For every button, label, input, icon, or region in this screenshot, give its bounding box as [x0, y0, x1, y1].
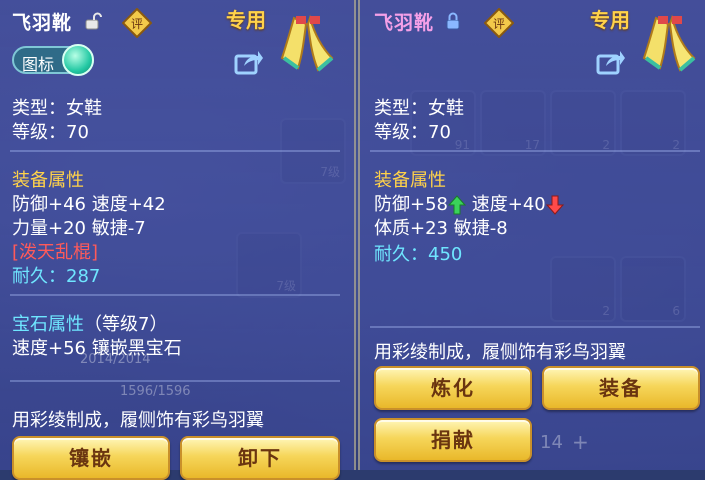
- item-detail-panel-compare: 飞羽靴 评 专用 类型：女鞋 等级：70 装备属性 防御+58 速度+40 体质…: [358, 0, 705, 470]
- lock-icon[interactable]: [444, 12, 462, 30]
- hp-bar-text: 2014/2014: [80, 352, 151, 367]
- durability-value: 287: [66, 266, 101, 287]
- attr-line: 防御+46 速度+42: [12, 194, 166, 215]
- gem-level: （等级7）: [84, 314, 168, 335]
- item-level: 等级：70: [374, 122, 451, 143]
- arrow-down-icon: [545, 195, 564, 215]
- item-title: 飞羽靴: [374, 12, 435, 34]
- attr-header: 装备属性: [12, 170, 84, 191]
- divider: [10, 380, 340, 382]
- divider: [10, 150, 340, 152]
- durability: 耐久：287: [12, 262, 100, 288]
- attr-defense: 防御+58: [374, 194, 448, 215]
- evaluate-icon[interactable]: 评: [484, 8, 514, 38]
- donate-button[interactable]: 捐献: [374, 418, 532, 462]
- exclusive-tag: 专用: [226, 8, 266, 32]
- evaluate-icon[interactable]: 评: [122, 8, 152, 38]
- item-type: 类型：女鞋: [12, 98, 102, 119]
- svg-text:评: 评: [131, 17, 143, 31]
- item-description: 用彩绫制成，履侧饰有彩鸟羽翼: [12, 410, 264, 431]
- item-detail-panel-equipped: 飞羽靴 评 专用 图标 类型：女鞋 等级：70 装备属性 防御+46 速度+42…: [0, 0, 356, 480]
- unlock-icon[interactable]: [84, 12, 102, 30]
- quantity-stepper-value: 14: [540, 432, 563, 453]
- item-description: 用彩绫制成，履侧饰有彩鸟羽翼: [374, 342, 626, 363]
- mp-bar-text: 1596/1596: [120, 384, 191, 399]
- svg-text:评: 评: [493, 17, 505, 31]
- divider: [10, 294, 340, 296]
- toggle-knob: [62, 44, 94, 76]
- unload-button[interactable]: 卸下: [180, 436, 340, 480]
- item-title: 飞羽靴: [12, 12, 73, 34]
- attr-line: 力量+20 敏捷-7: [12, 218, 146, 239]
- divider: [370, 150, 700, 152]
- special-skill: [泼天乱棍]: [12, 242, 99, 263]
- share-icon[interactable]: [596, 48, 626, 76]
- item-type: 类型：女鞋: [374, 98, 464, 119]
- durability: 耐久：450: [374, 240, 462, 266]
- toggle-label: 图标: [22, 55, 55, 74]
- gem-header: 宝石属性: [12, 314, 84, 335]
- durability-value: 450: [428, 244, 463, 265]
- boots-item-icon: [642, 14, 696, 72]
- divider: [370, 326, 700, 328]
- attr-header: 装备属性: [374, 170, 446, 191]
- item-level: 等级：70: [12, 122, 89, 143]
- boots-item-icon: [280, 14, 334, 72]
- equip-button[interactable]: 装备: [542, 366, 700, 410]
- exclusive-tag: 专用: [590, 8, 630, 32]
- arrow-up-icon: [448, 195, 466, 215]
- plus-icon[interactable]: +: [572, 430, 589, 454]
- attr-speed: 速度+40: [471, 194, 546, 215]
- share-icon[interactable]: [234, 48, 264, 76]
- attr-line: 体质+23 敏捷-8: [374, 218, 508, 239]
- durability-label: 耐久：: [12, 266, 66, 287]
- durability-label: 耐久：: [374, 244, 428, 265]
- inlay-button[interactable]: 镶嵌: [12, 436, 170, 480]
- gem-attr: 宝石属性（等级7）: [12, 310, 167, 336]
- refine-button[interactable]: 炼化: [374, 366, 532, 410]
- attr-line: 防御+58 速度+40: [374, 190, 564, 216]
- icon-toggle[interactable]: 图标: [12, 44, 94, 76]
